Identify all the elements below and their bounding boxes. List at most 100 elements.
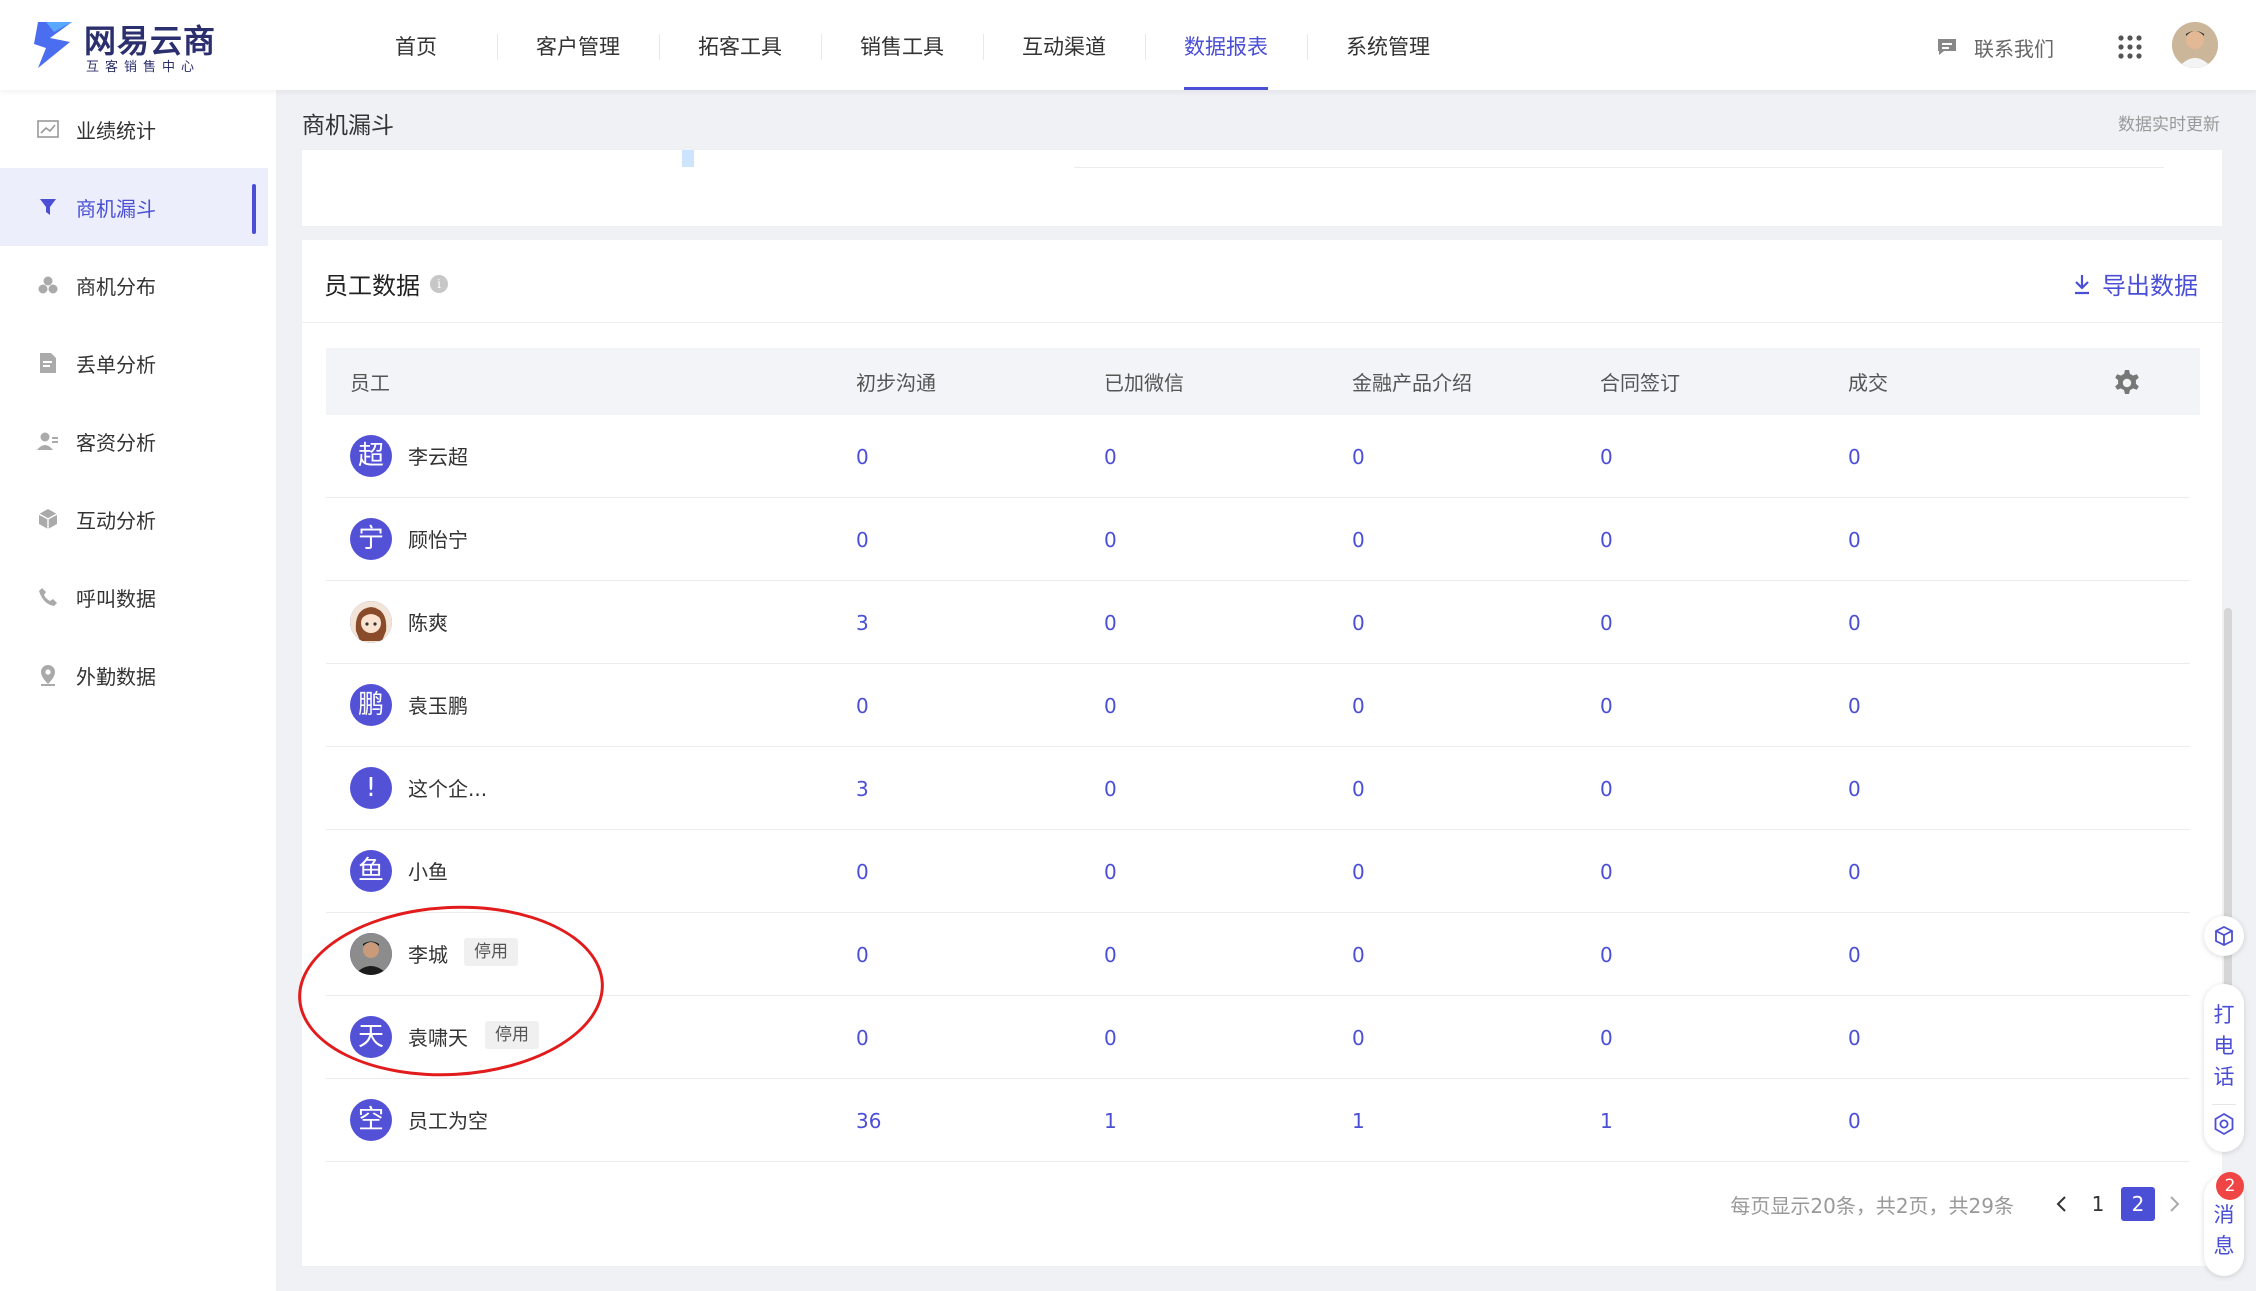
value-cell[interactable]: 1 [1600, 1079, 1613, 1161]
gear-icon[interactable] [2112, 368, 2142, 398]
value-cell[interactable]: 0 [1600, 581, 1613, 663]
sidebar-item-3[interactable]: 丢单分析 [0, 324, 276, 402]
nav-item-6[interactable]: 系统管理 [1307, 0, 1469, 90]
employee-name: 小鱼 [408, 860, 448, 884]
value-cell[interactable]: 0 [1352, 664, 1365, 746]
contact-us-button[interactable]: 联系我们 [1936, 30, 2054, 64]
value-cell[interactable]: 0 [1848, 747, 1861, 829]
nav-item-1[interactable]: 客户管理 [497, 0, 659, 90]
apps-grid-icon[interactable] [2117, 34, 2143, 60]
sidebar-item-7[interactable]: 外勤数据 [0, 636, 276, 714]
value-cell[interactable]: 36 [856, 1079, 881, 1161]
value-cell[interactable]: 3 [856, 747, 869, 829]
document-icon [36, 351, 60, 375]
user-avatar[interactable] [2172, 22, 2218, 68]
value-cell[interactable]: 0 [1104, 581, 1117, 663]
table-row[interactable]: 李城 停用 0 0 0 0 0 [326, 913, 2190, 996]
export-data-button[interactable]: 导出数据 [2072, 266, 2198, 301]
table-header: 员工 初步沟通 已加微信 金融产品介绍 合同签订 成交 [326, 348, 2200, 415]
value-cell[interactable]: 0 [1104, 996, 1117, 1078]
table-row[interactable]: 天袁啸天 停用 0 0 0 0 0 [326, 996, 2190, 1079]
value-cell[interactable]: 0 [1848, 415, 1861, 497]
employee-avatar: 鱼 [350, 850, 392, 892]
value-cell[interactable]: 0 [1848, 664, 1861, 746]
value-cell[interactable]: 0 [856, 664, 869, 746]
value-cell[interactable]: 0 [1352, 581, 1365, 663]
value-cell[interactable]: 0 [1104, 415, 1117, 497]
value-cell[interactable]: 0 [1104, 664, 1117, 746]
page-1-button[interactable]: 1 [2081, 1187, 2115, 1221]
cube-icon [2215, 925, 2233, 947]
value-cell[interactable]: 1 [1352, 1079, 1365, 1161]
sidebar-item-2[interactable]: 商机分布 [0, 246, 276, 324]
employee-name: 员工为空 [408, 1109, 488, 1133]
value-cell[interactable]: 0 [1352, 747, 1365, 829]
value-cell[interactable]: 0 [856, 830, 869, 912]
table-row[interactable]: ! 这个企... 3 0 0 0 0 [326, 747, 2190, 830]
value-cell[interactable]: 0 [1600, 415, 1613, 497]
sidebar-item-6[interactable]: 呼叫数据 [0, 558, 276, 636]
value-cell[interactable]: 0 [1352, 498, 1365, 580]
sidebar-item-5[interactable]: 互动分析 [0, 480, 276, 558]
value-cell[interactable]: 0 [1600, 664, 1613, 746]
chevron-right-icon [2170, 1196, 2180, 1212]
settings-icon[interactable] [2212, 1112, 2236, 1136]
brand-logo[interactable]: 网易云商 互客销售中心 [32, 16, 222, 76]
value-cell[interactable]: 0 [1848, 581, 1861, 663]
value-cell[interactable]: 0 [1104, 830, 1117, 912]
next-page-button[interactable] [2158, 1187, 2192, 1221]
value-cell[interactable]: 0 [1848, 1079, 1861, 1161]
value-cell[interactable]: 0 [1848, 498, 1861, 580]
value-cell[interactable]: 0 [1104, 747, 1117, 829]
value-cell[interactable]: 1 [1104, 1079, 1117, 1161]
value-cell[interactable]: 3 [856, 581, 869, 663]
employee-name: 顾怡宁 [408, 528, 468, 552]
value-cell[interactable]: 0 [1352, 830, 1365, 912]
value-cell[interactable]: 0 [1600, 747, 1613, 829]
table-row[interactable]: 鹏袁玉鹏 0 0 0 0 0 [326, 664, 2190, 747]
table-row[interactable]: 陈爽 3 0 0 0 0 [326, 581, 2190, 664]
location-icon [36, 663, 60, 687]
table-row[interactable]: 鱼小鱼 0 0 0 0 0 [326, 830, 2190, 913]
value-cell[interactable]: 0 [1848, 996, 1861, 1078]
value-cell[interactable]: 0 [1848, 913, 1861, 995]
funnel-chart-card [302, 150, 2222, 226]
page-2-button[interactable]: 2 [2121, 1187, 2155, 1221]
value-cell[interactable]: 0 [856, 996, 869, 1078]
value-cell[interactable]: 0 [1600, 996, 1613, 1078]
sidebar-item-1[interactable]: 商机漏斗 [0, 168, 268, 246]
table-row[interactable]: 超李云超 0 0 0 0 0 [326, 415, 2190, 498]
table-row[interactable]: 空员工为空 36 1 1 1 0 [326, 1079, 2190, 1162]
value-cell[interactable]: 0 [1104, 913, 1117, 995]
disabled-tag: 停用 [464, 938, 518, 966]
nav-item-5[interactable]: 数据报表 [1145, 0, 1307, 90]
value-cell[interactable]: 0 [1104, 498, 1117, 580]
value-cell[interactable]: 0 [1600, 830, 1613, 912]
value-cell[interactable]: 0 [856, 415, 869, 497]
info-icon[interactable]: i [430, 274, 448, 293]
chart-divider [1074, 167, 2164, 168]
pagination-summary: 每页显示20条，共2页，共29条 [1730, 1193, 2014, 1218]
value-cell[interactable]: 0 [856, 913, 869, 995]
value-cell[interactable]: 0 [1352, 996, 1365, 1078]
value-cell[interactable]: 0 [1600, 913, 1613, 995]
employee-name: 李云超 [408, 445, 468, 469]
sidebar-item-0[interactable]: 业绩统计 [0, 90, 276, 168]
value-cell[interactable]: 0 [1848, 830, 1861, 912]
card-title: 员工数据 i [324, 266, 448, 301]
table-body: 超李云超 0 0 0 0 0 宁顾怡宁 0 0 0 0 0 陈爽 3 0 0 0 0 鹏袁玉鹏 0 0 0 0 0! 这个企..… [326, 415, 2190, 1162]
sidebar-item-4[interactable]: 客资分析 [0, 402, 276, 480]
prev-page-button[interactable] [2044, 1187, 2078, 1221]
value-cell[interactable]: 0 [856, 498, 869, 580]
nav-item-2[interactable]: 拓客工具 [659, 0, 821, 90]
cube-tool-button[interactable] [2204, 916, 2244, 956]
nav-item-4[interactable]: 互动渠道 [983, 0, 1145, 90]
table-row[interactable]: 宁顾怡宁 0 0 0 0 0 [326, 498, 2190, 581]
value-cell[interactable]: 0 [1600, 498, 1613, 580]
call-button[interactable]: 打电话 [2204, 1000, 2244, 1093]
call-label: 打电话 [2213, 1003, 2235, 1089]
nav-item-0[interactable]: 首页 [335, 0, 497, 90]
value-cell[interactable]: 0 [1352, 913, 1365, 995]
value-cell[interactable]: 0 [1352, 415, 1365, 497]
nav-item-3[interactable]: 销售工具 [821, 0, 983, 90]
